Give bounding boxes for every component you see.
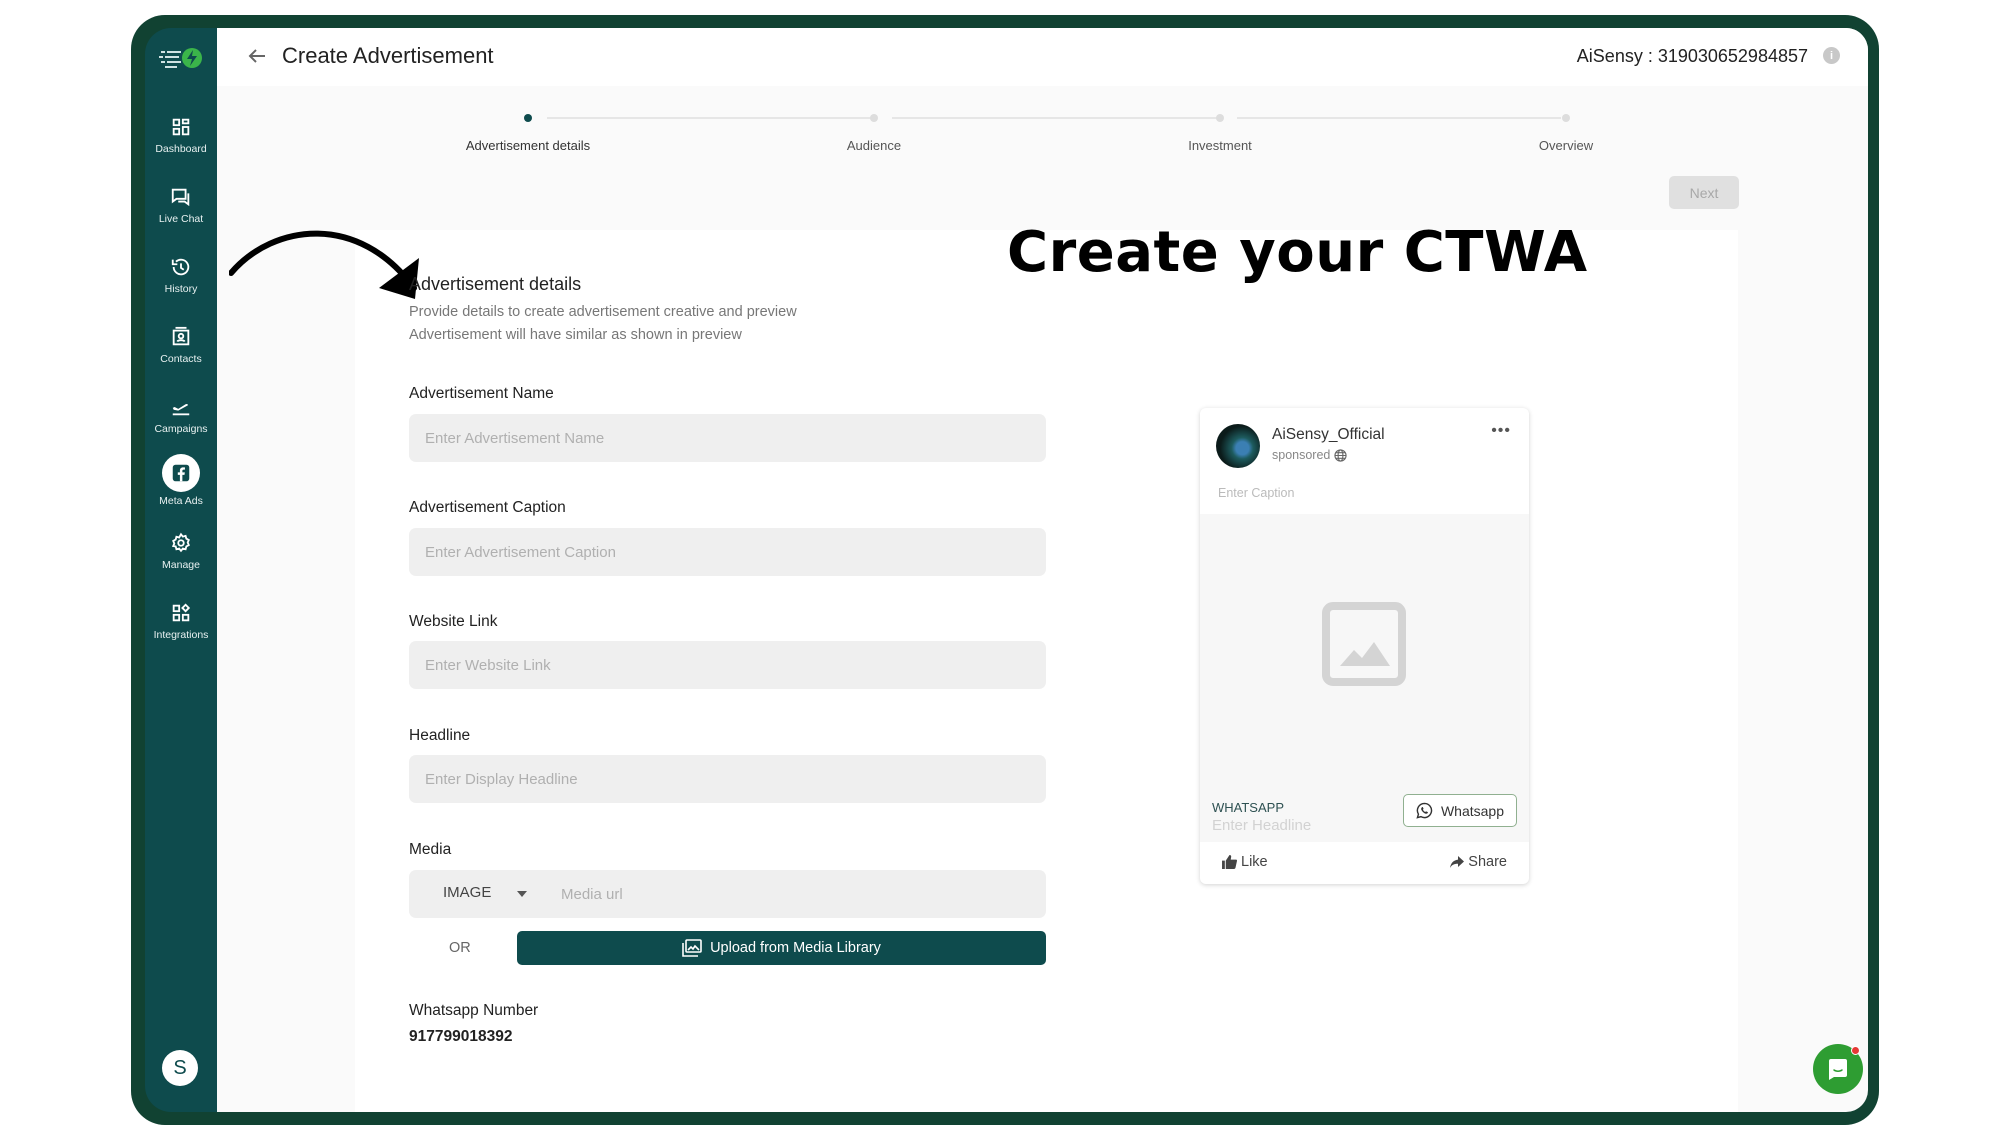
field-label: Whatsapp Number bbox=[409, 1002, 539, 1019]
sidebar-item-contacts[interactable]: Contacts bbox=[145, 326, 217, 365]
progress-stepper: Advertisement details Audience Investmen… bbox=[217, 110, 1868, 170]
user-avatar[interactable]: S bbox=[162, 1050, 198, 1086]
step-dot bbox=[1562, 114, 1570, 122]
whatsapp-cta-button[interactable]: Whatsapp bbox=[1402, 794, 1517, 827]
sidebar-item-campaigns[interactable]: Campaigns bbox=[145, 396, 217, 435]
or-divider: OR bbox=[449, 940, 471, 956]
aisensy-logo bbox=[159, 48, 202, 68]
account-avatar bbox=[1216, 424, 1260, 468]
meta-ads-active-badge bbox=[162, 454, 200, 492]
preview-channel: WHATSAPP bbox=[1212, 800, 1284, 815]
headline-input[interactable] bbox=[409, 755, 1046, 803]
media-url-input[interactable] bbox=[549, 870, 1039, 918]
dashboard-icon bbox=[172, 118, 190, 136]
sidebar: Dashboard Live Chat History Contacts Cam… bbox=[145, 28, 217, 1112]
preview-footer: WHATSAPP Enter Headline Whatsapp bbox=[1200, 782, 1529, 842]
sidebar-item-meta-ads[interactable]: Meta Ads bbox=[145, 454, 217, 507]
preview-caption: Enter Caption bbox=[1218, 486, 1295, 500]
sidebar-item-live-chat[interactable]: Live Chat bbox=[145, 186, 217, 225]
more-options-icon[interactable]: ••• bbox=[1491, 422, 1511, 440]
field-label: Website Link bbox=[409, 613, 498, 630]
field-label: Media bbox=[409, 841, 452, 858]
step-audience[interactable]: Audience bbox=[847, 138, 901, 153]
page-header: Create Advertisement AiSensy : 319030652… bbox=[217, 28, 1868, 86]
sidebar-item-label: Manage bbox=[162, 559, 200, 571]
history-icon bbox=[171, 258, 190, 276]
media-field: IMAGE bbox=[409, 870, 1046, 918]
sidebar-item-label: Live Chat bbox=[158, 213, 204, 225]
upload-media-label: Upload from Media Library bbox=[710, 940, 881, 956]
like-label: Like bbox=[1241, 854, 1268, 870]
integrations-icon bbox=[172, 603, 191, 622]
step-connector bbox=[1237, 117, 1561, 119]
gear-icon bbox=[171, 532, 190, 553]
sidebar-item-manage[interactable]: Manage bbox=[145, 532, 217, 571]
chevron-down-icon[interactable] bbox=[517, 891, 527, 897]
annotation-arrow-icon bbox=[229, 230, 419, 299]
image-placeholder-icon bbox=[1322, 602, 1406, 686]
sidebar-item-label: Contacts bbox=[160, 353, 202, 365]
advertisement-name-input[interactable] bbox=[409, 414, 1046, 462]
main-content: Create Advertisement AiSensy : 319030652… bbox=[217, 28, 1868, 1112]
preview-headline: Enter Headline bbox=[1212, 817, 1312, 834]
whatsapp-number-value: 917799018392 bbox=[409, 1028, 513, 1045]
advertisement-caption-input[interactable] bbox=[409, 528, 1046, 576]
like-button[interactable]: Like bbox=[1222, 854, 1268, 870]
account-id: AiSensy : 319030652984857 bbox=[1576, 46, 1808, 66]
thumbs-up-icon bbox=[1222, 855, 1237, 869]
step-connector bbox=[892, 117, 1219, 119]
sidebar-item-label: Meta Ads bbox=[159, 495, 203, 507]
step-dot bbox=[1216, 114, 1224, 122]
field-label: Headline bbox=[409, 727, 471, 744]
next-button[interactable]: Next bbox=[1669, 176, 1739, 209]
step-advertisement-details[interactable]: Advertisement details bbox=[466, 138, 590, 153]
campaign-icon bbox=[172, 403, 190, 416]
share-icon bbox=[1450, 856, 1465, 868]
preview-media bbox=[1200, 514, 1529, 782]
sidebar-item-label: Campaigns bbox=[154, 423, 208, 435]
preview-account-name: AiSensy_Official bbox=[1272, 426, 1385, 443]
contacts-icon bbox=[172, 326, 190, 346]
sidebar-item-history[interactable]: History bbox=[145, 256, 217, 295]
notification-dot bbox=[1851, 1046, 1860, 1055]
sidebar-item-dashboard[interactable]: Dashboard bbox=[145, 116, 217, 155]
ad-preview-card: AiSensy_Official sponsored ••• Enter Cap… bbox=[1200, 408, 1529, 884]
section-description: Advertisement will have similar as shown… bbox=[409, 327, 742, 343]
chat-bubble-icon bbox=[1829, 1059, 1847, 1080]
step-dot bbox=[870, 114, 878, 122]
sponsored-text: sponsored bbox=[1272, 448, 1331, 462]
section-title: Advertisement details bbox=[409, 274, 582, 294]
share-button[interactable]: Share bbox=[1450, 854, 1507, 870]
section-description: Provide details to create advertisement … bbox=[409, 304, 797, 320]
sidebar-item-label: Integrations bbox=[153, 629, 209, 641]
field-label: Advertisement Caption bbox=[409, 499, 566, 516]
whatsapp-cta-label: Whatsapp bbox=[1440, 802, 1504, 819]
sponsored-label: sponsored bbox=[1272, 448, 1348, 462]
media-library-icon bbox=[682, 939, 702, 957]
whatsapp-icon bbox=[1416, 802, 1433, 819]
share-label: Share bbox=[1468, 854, 1507, 870]
promo-heading: Create your CTWA bbox=[1007, 220, 1588, 285]
sidebar-item-label: History bbox=[164, 283, 198, 295]
media-type-select[interactable]: IMAGE bbox=[443, 884, 491, 901]
website-link-input[interactable] bbox=[409, 641, 1046, 689]
globe-icon bbox=[1334, 448, 1348, 462]
step-dot-active bbox=[524, 114, 532, 122]
sidebar-item-integrations[interactable]: Integrations bbox=[145, 602, 217, 641]
back-arrow-icon[interactable] bbox=[245, 44, 269, 68]
upload-media-button[interactable]: Upload from Media Library bbox=[517, 931, 1046, 965]
field-label: Advertisement Name bbox=[409, 385, 554, 402]
info-icon[interactable]: i bbox=[1823, 47, 1840, 64]
page-title: Create Advertisement bbox=[282, 43, 494, 68]
support-chat-button[interactable] bbox=[1813, 1044, 1863, 1094]
facebook-icon bbox=[172, 464, 190, 482]
step-connector bbox=[547, 117, 877, 119]
step-overview[interactable]: Overview bbox=[1539, 138, 1593, 153]
sidebar-item-label: Dashboard bbox=[155, 143, 207, 155]
chat-icon bbox=[171, 188, 190, 207]
step-investment[interactable]: Investment bbox=[1188, 138, 1252, 153]
